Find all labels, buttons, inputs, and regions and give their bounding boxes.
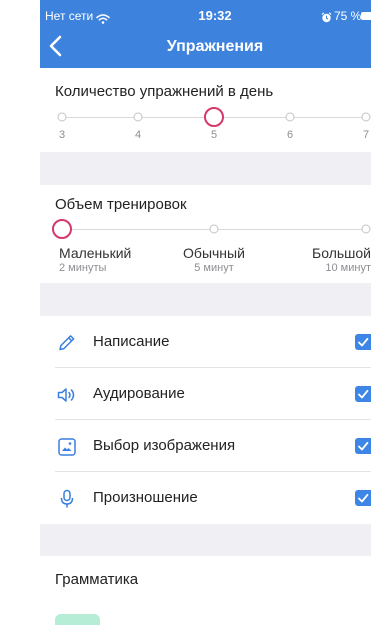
volume-option-duration: 5 минут xyxy=(194,262,234,274)
chevron-left-icon xyxy=(47,35,67,62)
battery-icon xyxy=(361,12,371,20)
alarm-icon xyxy=(321,10,332,23)
speaker-icon xyxy=(57,385,77,405)
exercise-row-image-choice[interactable]: Выбор изображения xyxy=(40,420,371,472)
page-title: Упражнения xyxy=(166,38,264,55)
volume-option-large[interactable]: Большой 10 минут xyxy=(291,245,371,275)
battery-percent: 75 % xyxy=(334,9,362,23)
volume-option-small[interactable]: Маленький 2 минуты xyxy=(59,245,159,275)
daily-count-section: Количество упражнений в день 3 4 5 6 7 xyxy=(40,68,371,152)
back-button[interactable] xyxy=(47,34,67,58)
slider-tick-label: 5 xyxy=(210,129,218,141)
exercise-label: Аудирование xyxy=(93,385,185,402)
group-separator xyxy=(40,152,371,185)
slider-stop[interactable] xyxy=(285,112,295,122)
pencil-icon xyxy=(57,333,77,353)
slider-stop[interactable] xyxy=(133,112,143,122)
volume-option-normal[interactable]: Обычный 5 минут xyxy=(164,245,264,275)
exercise-checkbox[interactable] xyxy=(355,438,371,454)
exercise-label: Написание xyxy=(93,333,170,350)
microphone-icon xyxy=(57,489,77,509)
exercise-row-writing[interactable]: Написание xyxy=(40,316,371,368)
slider-stop[interactable] xyxy=(57,112,67,122)
app-header: Нет сети 19:32 75 % Упражнения xyxy=(40,0,371,68)
volume-option-label: Маленький xyxy=(59,245,132,261)
exercise-checkbox[interactable] xyxy=(355,490,371,506)
carrier-label: Нет сети xyxy=(45,9,94,23)
daily-count-slider[interactable]: 3 4 5 6 7 xyxy=(40,68,371,152)
slider-tick-label: 3 xyxy=(58,129,66,141)
slider-stop[interactable] xyxy=(209,224,219,234)
slider-tick-label: 4 xyxy=(134,129,142,141)
slider-tick-label: 7 xyxy=(362,129,370,141)
slider-stop[interactable] xyxy=(204,107,224,127)
exercise-row-pronunciation[interactable]: Произношение xyxy=(40,472,371,524)
image-icon xyxy=(57,437,77,457)
grammar-section: Грамматика xyxy=(40,556,371,625)
volume-option-label: Обычный xyxy=(183,245,245,261)
exercise-label: Произношение xyxy=(93,489,198,506)
volume-option-label: Большой xyxy=(312,245,371,261)
grammar-chip[interactable] xyxy=(55,614,100,625)
exercise-checkbox[interactable] xyxy=(355,334,371,350)
group-separator xyxy=(40,524,371,556)
slider-stop[interactable] xyxy=(361,224,371,234)
slider-stop[interactable] xyxy=(361,112,371,122)
volume-option-duration: 2 минуты xyxy=(59,262,107,274)
wifi-icon xyxy=(96,11,110,24)
grammar-title: Грамматика xyxy=(55,571,139,588)
slider-tick-label: 6 xyxy=(286,129,294,141)
exercise-label: Выбор изображения xyxy=(93,437,236,454)
group-separator xyxy=(40,283,371,316)
exercise-row-listening[interactable]: Аудирование xyxy=(40,368,371,420)
slider-stop[interactable] xyxy=(52,219,72,239)
volume-section: Объем тренировок Маленький 2 минуты Обыч… xyxy=(40,185,371,283)
exercise-checkbox[interactable] xyxy=(355,386,371,402)
volume-option-duration: 10 минут xyxy=(325,262,371,274)
volume-slider[interactable]: Маленький 2 минуты Обычный 5 минут Больш… xyxy=(40,185,371,283)
exercise-list: Написание Аудирование Выбор изображения … xyxy=(40,316,371,524)
status-time: 19:32 xyxy=(198,8,232,23)
